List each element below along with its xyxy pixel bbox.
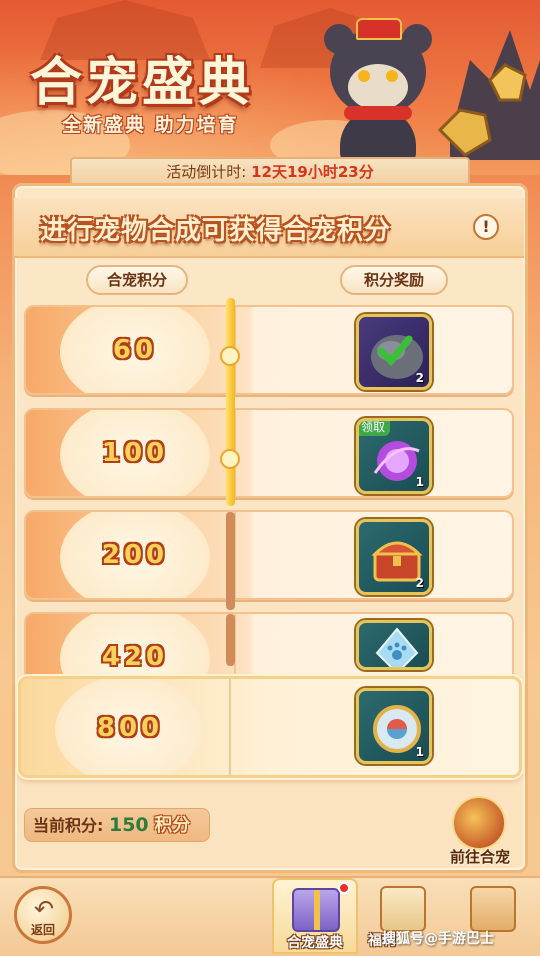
back-button[interactable]: ↶ 返回 bbox=[14, 886, 72, 944]
back-label: 返回 bbox=[30, 923, 55, 937]
score-value: 100 bbox=[101, 438, 169, 468]
reward-row: 200 bbox=[24, 510, 514, 600]
check-icon bbox=[377, 335, 413, 367]
score-value: 200 bbox=[101, 540, 169, 570]
reward-item[interactable]: 2 bbox=[356, 519, 432, 595]
progress-track-empty bbox=[226, 512, 235, 610]
page-title: 合宠盛典 bbox=[30, 52, 255, 113]
claim-tag: 领取 bbox=[359, 421, 390, 436]
reward-row-next: 800 bbox=[18, 676, 522, 778]
watermark: 搜狐号@手游巴士 bbox=[382, 931, 494, 947]
tab-pet-festival[interactable]: 合宠盛典 bbox=[272, 878, 358, 954]
mascot-eye bbox=[358, 70, 370, 82]
bear-mascot-illustration bbox=[318, 18, 438, 163]
item-count: 1 bbox=[415, 475, 424, 489]
tab-label: 合宠盛典 bbox=[287, 935, 343, 951]
reward-item-claimable[interactable]: 领取 1 bbox=[356, 418, 432, 494]
reward-row: 100 bbox=[24, 408, 514, 498]
item-count: 2 bbox=[415, 371, 424, 385]
current-score-label: 当前积分: bbox=[33, 816, 104, 835]
item-count: 1 bbox=[415, 745, 424, 759]
column-header-score: 合宠积分 bbox=[86, 265, 188, 295]
notification-dot bbox=[338, 882, 350, 894]
goto-merge-button[interactable]: 前往合宠 bbox=[440, 796, 516, 866]
goto-merge-icon bbox=[452, 796, 506, 850]
score-value: 800 bbox=[96, 713, 164, 743]
mascot-face bbox=[348, 64, 408, 110]
reward-item[interactable]: 1 bbox=[356, 688, 432, 764]
current-score-box: 当前积分: 150 积分 bbox=[24, 808, 210, 842]
goto-merge-label: 前往合宠 bbox=[449, 848, 510, 866]
current-score-unit: 积分 bbox=[154, 815, 191, 836]
mascot-eye bbox=[386, 70, 398, 82]
countdown-label: 活动倒计时: bbox=[166, 163, 247, 181]
reward-item-claimed[interactable]: 2 bbox=[356, 314, 432, 390]
progress-knob bbox=[220, 346, 240, 366]
book-icon bbox=[470, 886, 516, 932]
back-arrow-icon: ↶ bbox=[33, 895, 55, 923]
progress-track-empty bbox=[226, 614, 235, 666]
mascot-scarf bbox=[344, 106, 412, 120]
score-value: 420 bbox=[101, 642, 169, 672]
item-count: 2 bbox=[415, 576, 424, 590]
column-header-reward: 积分奖励 bbox=[340, 265, 448, 295]
reward-item[interactable] bbox=[356, 620, 432, 670]
gift-box-icon bbox=[292, 888, 340, 932]
info-icon-button[interactable]: ! bbox=[473, 214, 499, 240]
mascot-hat bbox=[356, 18, 402, 40]
gift-ribbon bbox=[314, 890, 320, 930]
countdown-value: 12天19小时23分 bbox=[251, 163, 374, 181]
progress-knob bbox=[220, 449, 240, 469]
score-value: 60 bbox=[112, 335, 158, 365]
instruction-text: 进行宠物合成可获得合宠积分 bbox=[40, 216, 392, 246]
reward-row: 60 bbox=[24, 305, 514, 395]
current-score-value: 150 bbox=[108, 814, 149, 836]
page-subtitle: 全新盛典 助力培育 bbox=[62, 114, 239, 136]
scroll-icon bbox=[380, 886, 426, 932]
golden-ornament-decoration bbox=[437, 30, 540, 160]
progress-track-filled bbox=[226, 298, 235, 506]
paw-crystal-icon bbox=[375, 627, 419, 667]
